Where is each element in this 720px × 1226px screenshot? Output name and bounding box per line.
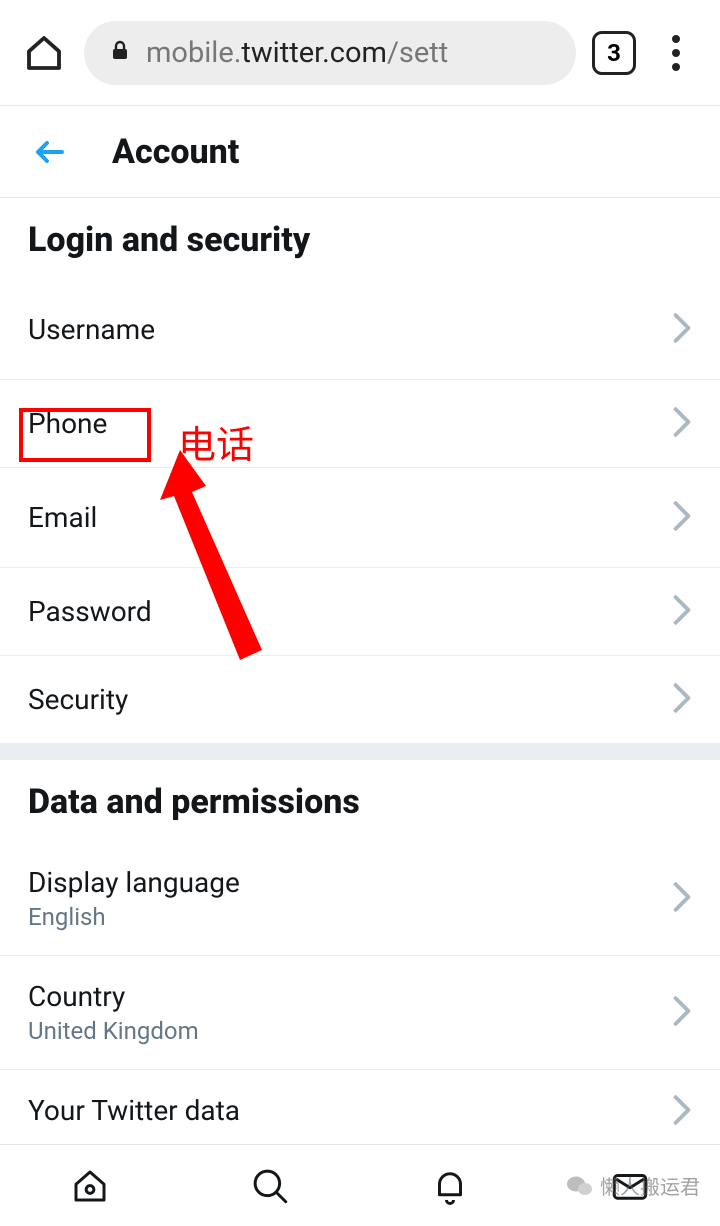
tab-count[interactable]: 3 (592, 31, 636, 75)
lock-icon (108, 39, 132, 67)
url-bar[interactable]: mobile.twitter.com/sett (84, 21, 576, 85)
chevron-right-icon (672, 881, 692, 917)
back-arrow-icon[interactable] (28, 130, 72, 174)
nav-home-icon[interactable] (58, 1154, 122, 1218)
item-sublabel: United Kingdom (28, 1017, 199, 1045)
browser-bar: mobile.twitter.com/sett 3 (0, 0, 720, 106)
section-divider (0, 744, 720, 760)
item-label: Your Twitter data (28, 1094, 240, 1127)
item-username[interactable]: Username (0, 280, 720, 380)
page-title: Account (112, 132, 239, 172)
chevron-right-icon (672, 500, 692, 536)
chevron-right-icon (672, 312, 692, 348)
chevron-right-icon (672, 1094, 692, 1130)
nav-search-icon[interactable] (238, 1154, 302, 1218)
chevron-right-icon (672, 406, 692, 442)
item-label: Phone (28, 407, 107, 440)
nav-bell-icon[interactable] (418, 1154, 482, 1218)
chevron-right-icon (672, 995, 692, 1031)
item-email[interactable]: Email (0, 468, 720, 568)
watermark-text: 懒人搬运君 (600, 1171, 700, 1200)
item-label: Email (28, 501, 97, 534)
item-label: Country (28, 980, 199, 1013)
item-country[interactable]: Country United Kingdom (0, 956, 720, 1070)
item-security[interactable]: Security (0, 656, 720, 744)
item-display-language[interactable]: Display language English (0, 842, 720, 956)
page-header: Account (0, 106, 720, 198)
url-text: mobile.twitter.com/sett (146, 36, 448, 70)
item-label: Password (28, 595, 152, 628)
item-sublabel: English (28, 903, 240, 931)
home-icon[interactable] (20, 29, 68, 77)
item-label: Display language (28, 866, 240, 899)
item-label: Security (28, 683, 128, 716)
item-label: Username (28, 313, 155, 346)
chevron-right-icon (672, 682, 692, 718)
section-header-data: Data and permissions (0, 760, 720, 842)
chevron-right-icon (672, 594, 692, 630)
item-password[interactable]: Password (0, 568, 720, 656)
watermark: 懒人搬运君 (566, 1171, 700, 1200)
section-header-login: Login and security (0, 198, 720, 280)
item-phone[interactable]: Phone (0, 380, 720, 468)
wechat-icon (566, 1172, 594, 1200)
kebab-menu-icon[interactable] (652, 29, 700, 77)
